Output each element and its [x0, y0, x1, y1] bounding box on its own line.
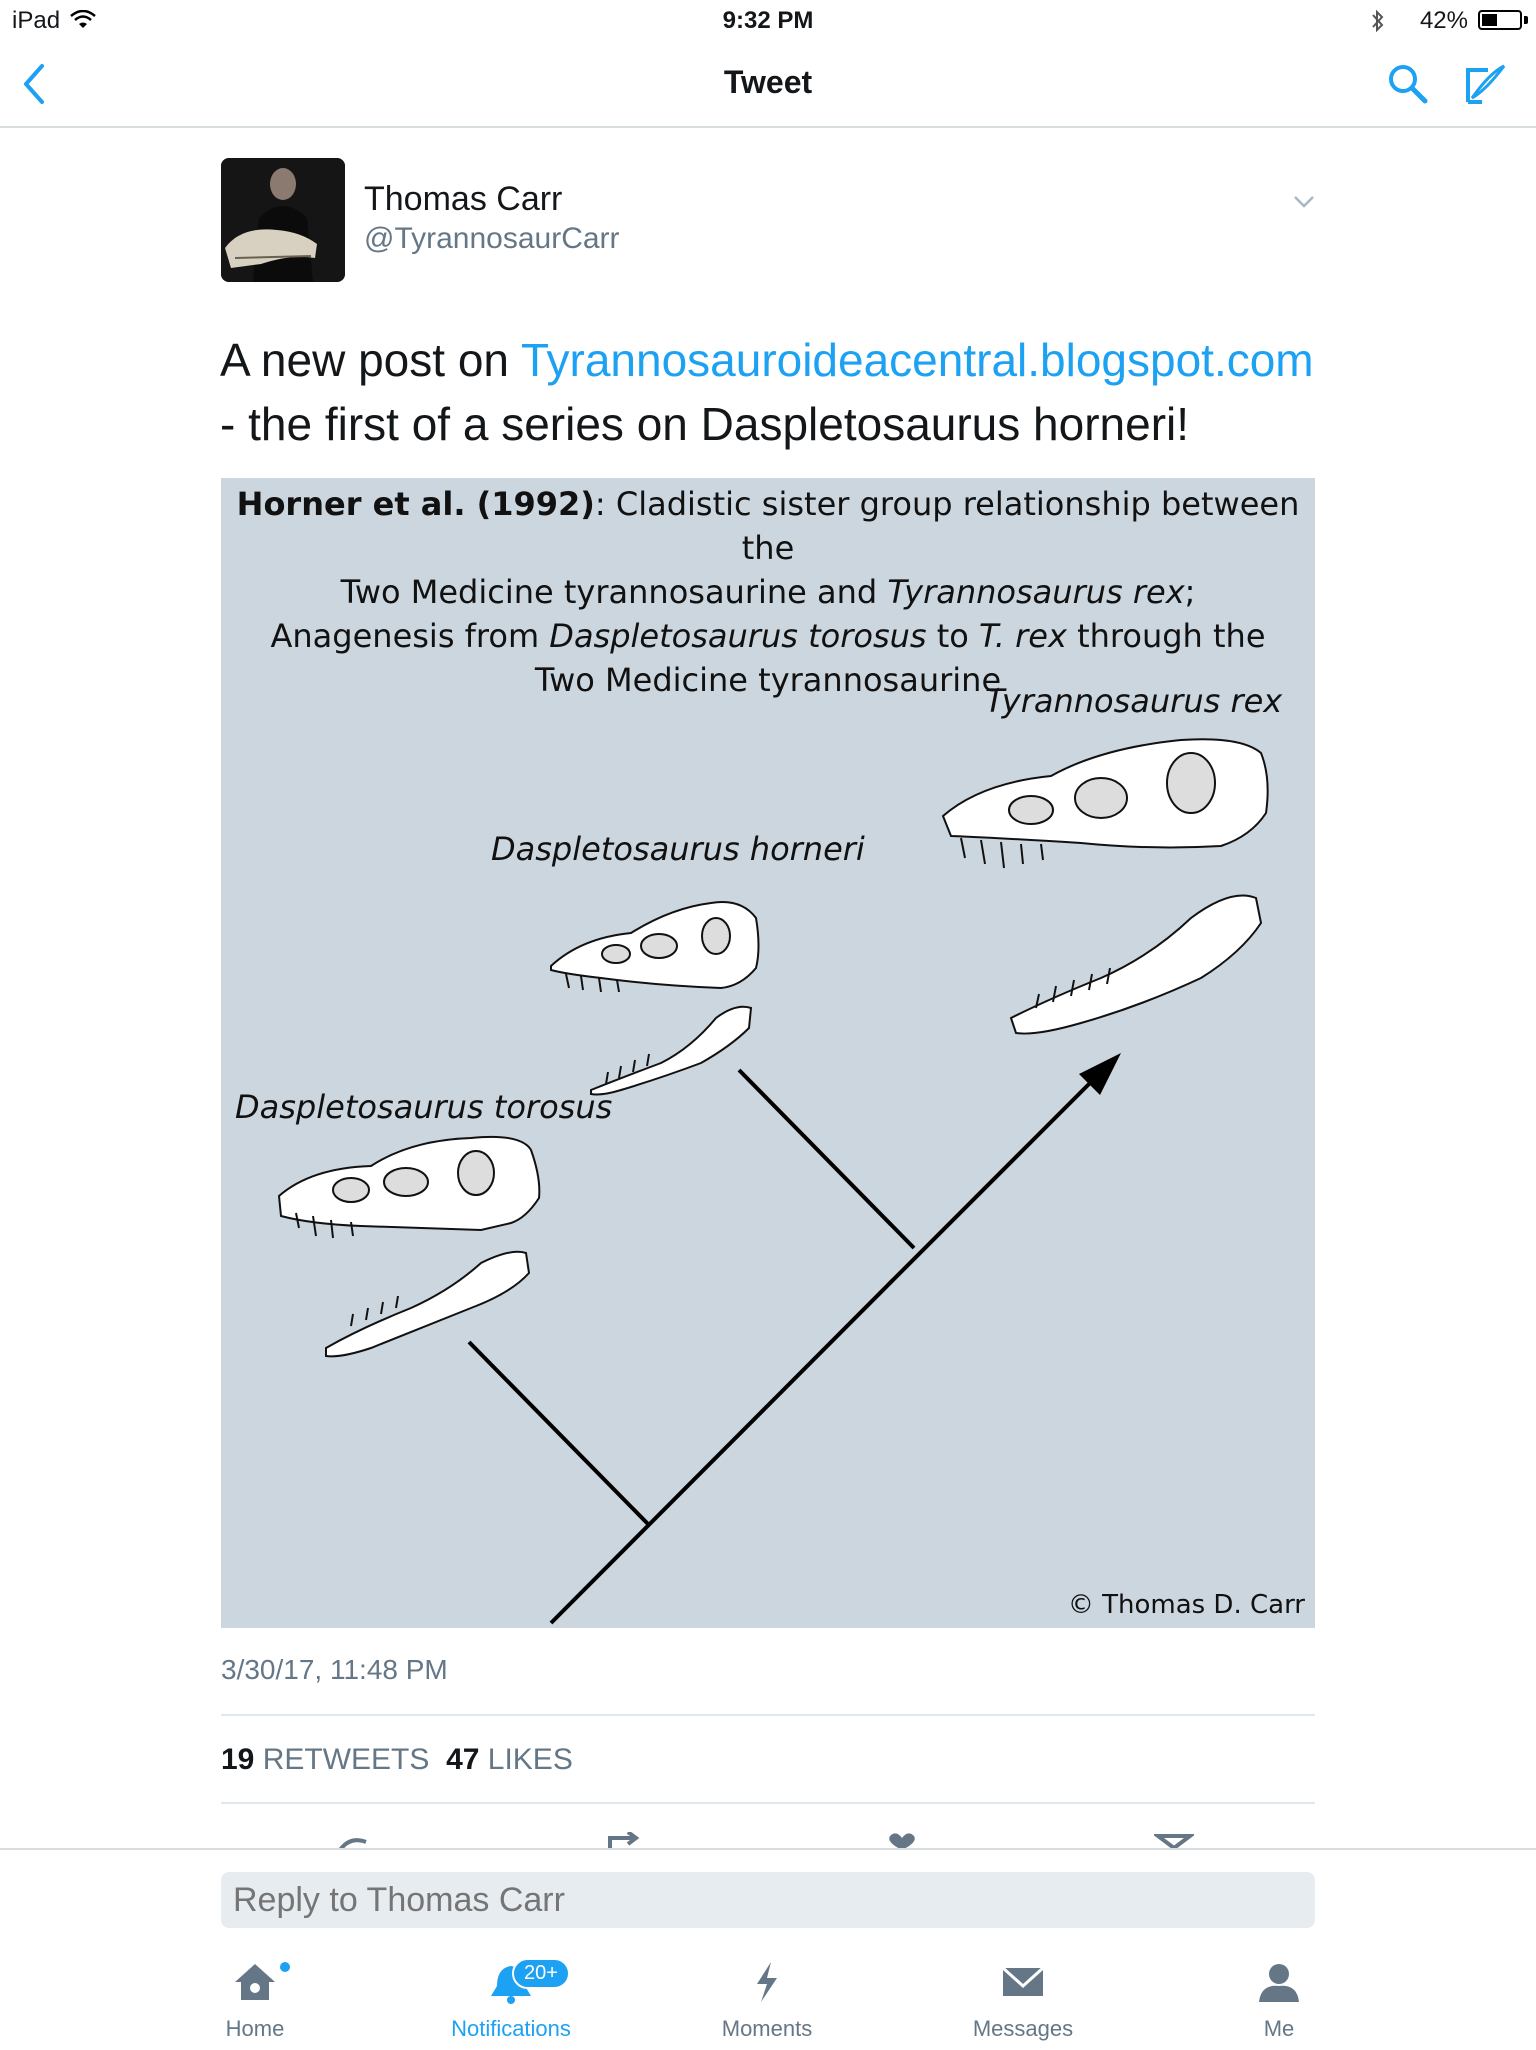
author-name[interactable]: Thomas Carr	[364, 180, 562, 219]
notification-badge: 20+	[512, 1958, 570, 1989]
person-icon	[1259, 1964, 1299, 2002]
tab-home[interactable]: Home	[155, 1960, 355, 2042]
tweet-timestamp: 3/30/17, 11:48 PM	[221, 1654, 448, 1685]
tweet-text-after: - the first of a series on Daspletosauru…	[220, 398, 1190, 450]
like-label[interactable]: LIKES	[488, 1743, 573, 1776]
tweet-link[interactable]: Tyrannosauroideacentral.blogspot.com	[521, 334, 1314, 386]
tab-notifications-label: Notifications	[451, 2016, 571, 2041]
engagement-counts: 19 RETWEETS 47 LIKES	[221, 1743, 573, 1777]
compose-icon[interactable]	[1462, 60, 1510, 108]
avatar[interactable]	[221, 158, 345, 282]
lightning-icon	[757, 1962, 777, 2002]
tab-messages[interactable]: Messages	[923, 1960, 1123, 2042]
image-copyright: © Thomas D. Carr	[1067, 1590, 1305, 1620]
retweet-count: 19	[221, 1743, 255, 1776]
tab-home-label: Home	[225, 2016, 285, 2041]
author-handle[interactable]: @TyrannosaurCarr	[364, 222, 620, 256]
tab-moments-label: Moments	[721, 2016, 813, 2041]
tab-messages-label: Messages	[972, 2016, 1074, 2041]
battery-tip	[1524, 16, 1528, 24]
tab-me[interactable]: Me	[1179, 1960, 1379, 2042]
page-title: Tweet	[723, 64, 813, 100]
search-icon[interactable]	[1386, 62, 1430, 106]
tweet-media-image[interactable]: Horner et al. (1992): Cladistic sister g…	[221, 478, 1315, 1628]
skull-trex-illustration	[941, 738, 1269, 1035]
unread-dot	[280, 1962, 290, 1972]
reply-input[interactable]	[221, 1872, 1315, 1928]
retweet-label[interactable]: RETWEETS	[263, 1743, 430, 1776]
cladogram-lines	[467, 1068, 1097, 1625]
status-bar: iPad 9:32 PM 42%	[0, 0, 1536, 42]
tweet-text: A new post on Tyrannosauroideacentral.bl…	[220, 328, 1320, 456]
chevron-down-icon[interactable]	[1292, 194, 1316, 210]
like-count: 47	[446, 1743, 480, 1776]
tweet-text-before: A new post on	[220, 334, 521, 386]
bluetooth-icon	[1372, 9, 1384, 33]
skull-horneri-illustration	[550, 901, 760, 1096]
divider	[221, 1802, 1315, 1804]
cladogram	[277, 738, 1269, 1625]
skull-torosus-illustration	[277, 1135, 541, 1358]
envelope-icon	[1001, 1966, 1045, 1996]
tab-notifications[interactable]: Notifications	[411, 1960, 611, 2042]
nav-bar: Tweet	[0, 42, 1536, 128]
home-icon	[235, 1964, 275, 2000]
clock: 9:32 PM	[722, 7, 814, 34]
avatar-photo	[221, 158, 345, 282]
battery-percentage: 42%	[1419, 7, 1468, 34]
divider	[221, 1714, 1315, 1716]
tab-moments[interactable]: Moments	[667, 1960, 867, 2042]
tab-me-label: Me	[1263, 2016, 1295, 2041]
battery-icon	[1478, 10, 1522, 30]
